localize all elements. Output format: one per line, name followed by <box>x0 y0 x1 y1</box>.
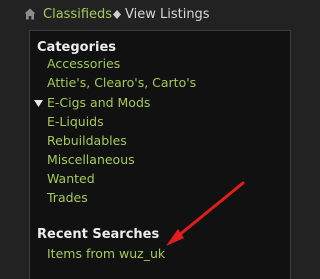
category-item-e-liquids[interactable]: E-Liquids <box>47 114 104 130</box>
categories-heading: Categories <box>37 40 117 55</box>
category-item-miscellaneous[interactable]: Miscellaneous <box>47 152 135 168</box>
diamond-arrow-icon <box>113 10 121 19</box>
recent-searches-heading: Recent Searches <box>37 227 160 242</box>
recent-search-item-wuz-uk[interactable]: Items from wuz_uk <box>47 246 165 262</box>
category-item-accessories[interactable]: Accessories <box>47 56 120 72</box>
breadcrumb-current: View Listings <box>125 7 210 22</box>
expand-triangle-icon[interactable] <box>34 100 43 107</box>
category-item-wanted[interactable]: Wanted <box>47 171 95 187</box>
category-item-atties-clearos-cartos[interactable]: Attie's, Clearo's, Carto's <box>47 75 196 91</box>
breadcrumb-link-classifieds[interactable]: Classifieds <box>43 6 112 24</box>
home-icon[interactable] <box>24 8 36 20</box>
category-item-rebuildables[interactable]: Rebuildables <box>47 133 127 149</box>
breadcrumb: Classifieds View Listings <box>0 0 299 30</box>
category-item-e-cigs-and-mods[interactable]: E-Cigs and Mods <box>47 95 150 111</box>
category-item-trades[interactable]: Trades <box>47 190 88 206</box>
